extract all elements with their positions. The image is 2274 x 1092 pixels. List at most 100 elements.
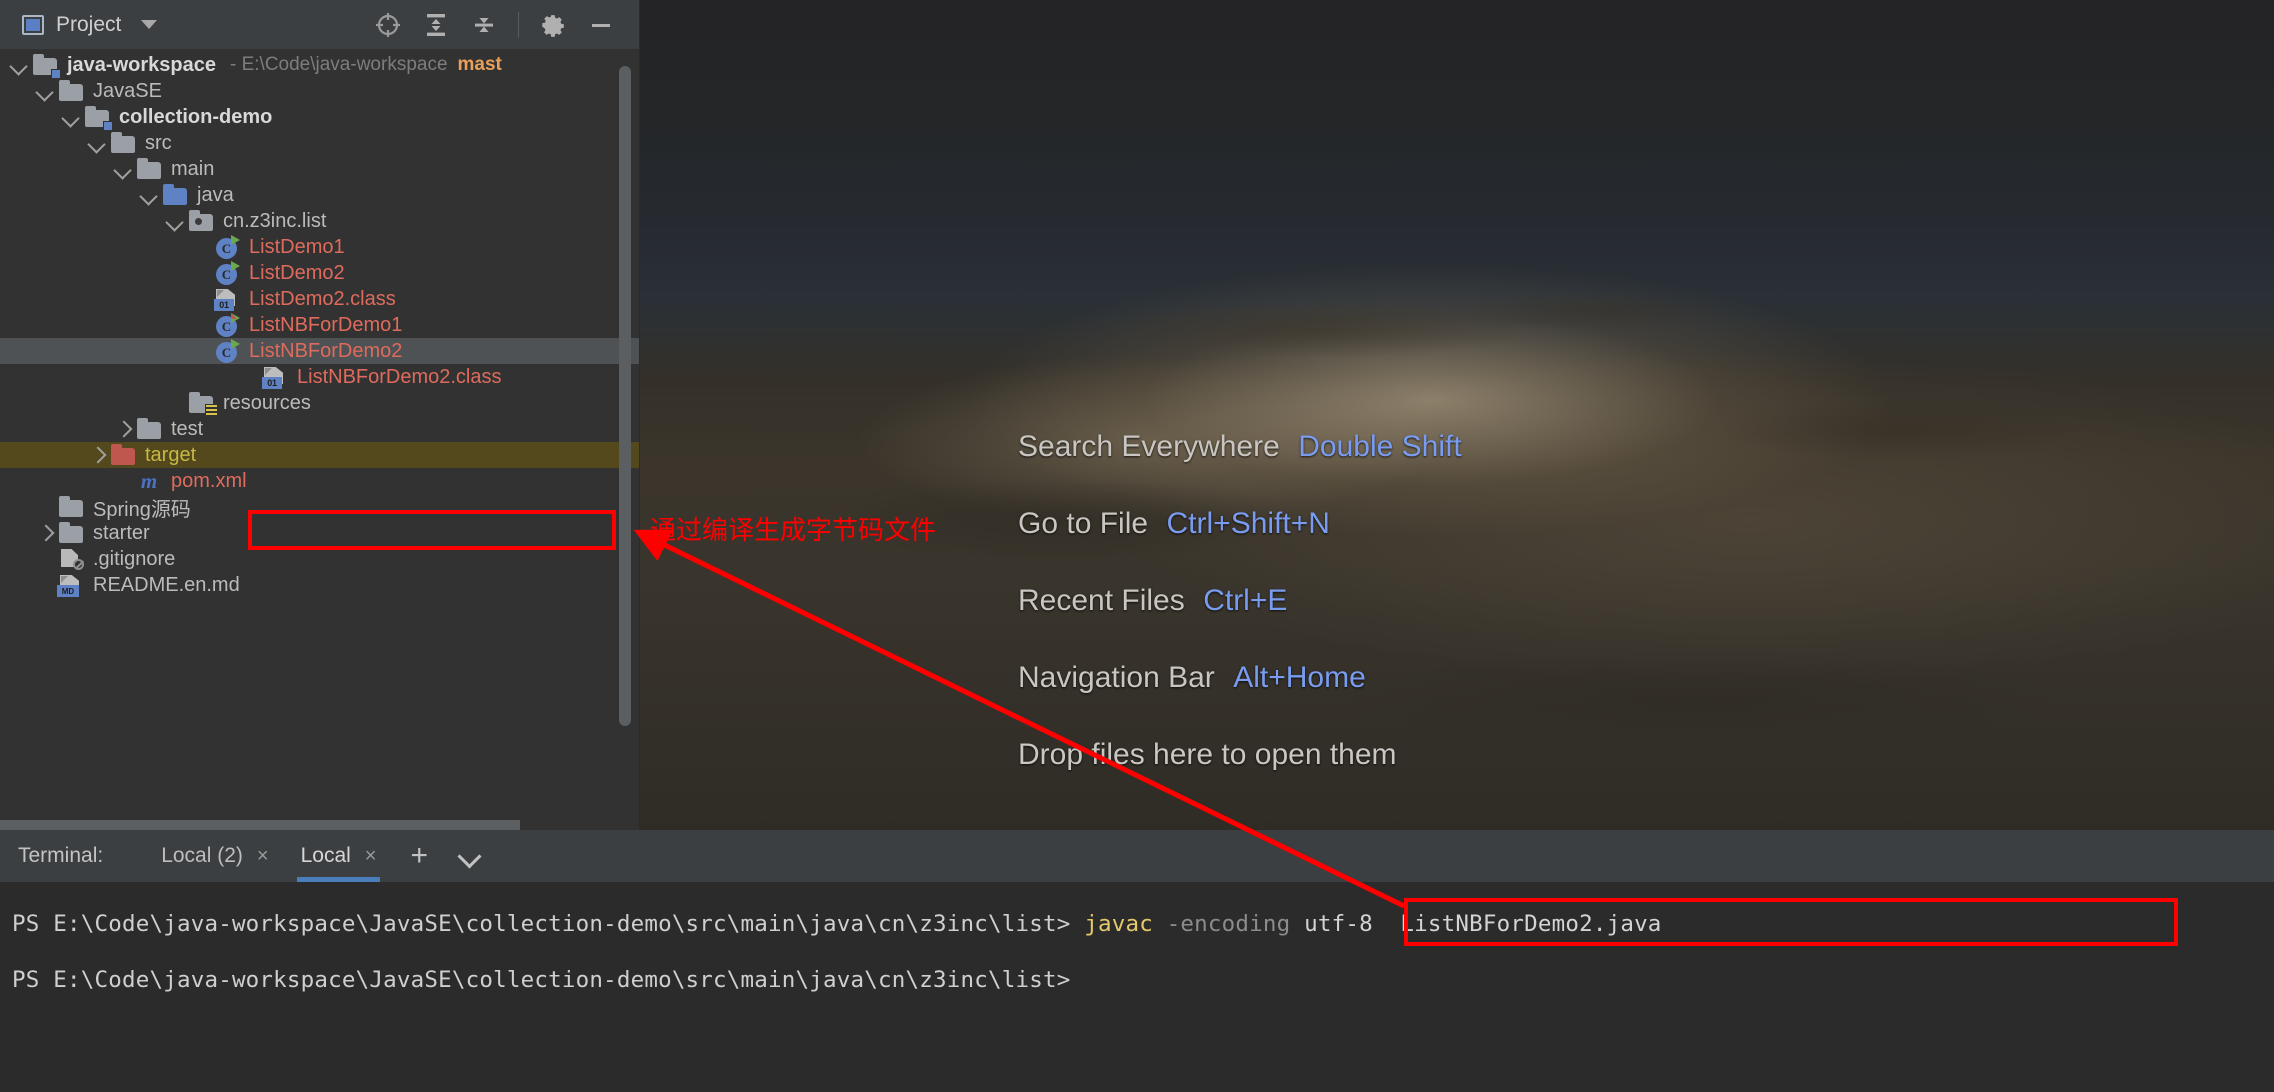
chevron-down-icon[interactable]: [141, 20, 157, 29]
module-folder-icon: [32, 54, 58, 76]
terminal-line-1: PS E:\Code\java-workspace\JavaSE\collect…: [12, 896, 2274, 952]
tree-row-listnbfordemo1[interactable]: C ListNBForDemo1: [0, 312, 639, 338]
collapse-arrow-icon[interactable]: [32, 520, 58, 546]
expand-arrow-icon[interactable]: [6, 52, 32, 78]
resources-folder-icon: [188, 392, 214, 414]
tree-row-resources[interactable]: resources: [0, 390, 639, 416]
tree-sublabel: - E:\Code\java-workspace: [230, 54, 448, 76]
tree-label: ListDemo2.class: [249, 288, 396, 311]
collapse-arrow-icon[interactable]: [84, 442, 110, 468]
git-branch-label: mast: [458, 54, 502, 76]
tree-label: src: [145, 132, 172, 155]
maven-icon: m: [136, 470, 162, 492]
expand-arrow-icon[interactable]: [162, 208, 188, 234]
tree-row-readme[interactable]: MD README.en.md: [0, 572, 639, 598]
bytecode-file-icon: 01: [262, 366, 288, 388]
tree-row-collection-demo[interactable]: collection-demo: [0, 104, 639, 130]
folder-icon: [136, 158, 162, 180]
editor-shortcut-hints: Search Everywhere Double Shift Go to Fil…: [1018, 430, 1462, 815]
project-vertical-scrollbar[interactable]: [619, 52, 631, 760]
close-icon[interactable]: ×: [365, 845, 377, 868]
tree-label: java-workspace: [67, 54, 216, 77]
terminal-tab-label: Local (2): [161, 844, 243, 868]
locate-icon[interactable]: [374, 11, 402, 39]
expand-all-icon[interactable]: [422, 11, 450, 39]
gitignore-file-icon: [58, 548, 84, 570]
tree-row-pom-xml[interactable]: m pom.xml: [0, 468, 639, 494]
scrollbar-thumb[interactable]: [619, 66, 631, 726]
folder-icon: [110, 132, 136, 154]
project-panel-header: Project: [0, 0, 639, 50]
java-class-runnable-icon: C: [214, 262, 240, 284]
hint-row-recent-files: Recent Files Ctrl+E: [1018, 584, 1462, 618]
annotation-chinese-note: 通过编译生成字节码文件: [650, 510, 936, 547]
tree-row-test[interactable]: test: [0, 416, 639, 442]
tree-label: resources: [223, 392, 311, 415]
tree-row-javase[interactable]: JavaSE: [0, 78, 639, 104]
close-icon[interactable]: ×: [257, 845, 269, 868]
tree-row-target[interactable]: target: [0, 442, 639, 468]
tree-row-package[interactable]: cn.z3inc.list: [0, 208, 639, 234]
folder-icon: [58, 80, 84, 102]
terminal-output[interactable]: PS E:\Code\java-workspace\JavaSE\collect…: [0, 882, 2274, 1008]
tree-label: ListNBForDemo2: [249, 340, 402, 363]
tree-row-listnbfordemo2-class[interactable]: 01 ListNBForDemo2.class: [0, 364, 639, 390]
markdown-file-icon: MD: [58, 574, 84, 596]
module-folder-icon: [84, 106, 110, 128]
tree-row-java-workspace[interactable]: java-workspace - E:\Code\java-workspace …: [0, 52, 639, 78]
tree-row-listdemo2-class[interactable]: 01 ListDemo2.class: [0, 286, 639, 312]
terminal-tab-local-2[interactable]: Local (2) ×: [145, 830, 284, 882]
tree-row-listnbfordemo2[interactable]: C ListNBForDemo2: [0, 338, 639, 364]
toolbar-separator: [518, 12, 519, 38]
hint-key: Ctrl+Shift+N: [1167, 507, 1330, 540]
tree-row-src[interactable]: src: [0, 130, 639, 156]
hint-row-drop-files: Drop files here to open them: [1018, 738, 1462, 772]
tree-label: Spring源码: [93, 493, 191, 522]
terminal-tab-label: Local: [301, 844, 351, 868]
project-tool-window: Project: [0, 0, 640, 830]
hint-row-search-everywhere: Search Everywhere Double Shift: [1018, 430, 1462, 464]
java-class-runnable-icon: C: [214, 314, 240, 336]
tree-row-main[interactable]: main: [0, 156, 639, 182]
expand-arrow-icon[interactable]: [84, 130, 110, 156]
collapse-all-icon[interactable]: [470, 11, 498, 39]
tree-row-spring-source[interactable]: Spring源码: [0, 494, 639, 520]
tree-row-java[interactable]: java: [0, 182, 639, 208]
hint-key: Alt+Home: [1233, 661, 1366, 694]
terminal-line-2: PS E:\Code\java-workspace\JavaSE\collect…: [12, 952, 2274, 1008]
terminal-title: Terminal:: [18, 844, 103, 868]
folder-icon: [58, 522, 84, 544]
terminal-tab-local[interactable]: Local ×: [285, 830, 393, 882]
project-title-group[interactable]: Project: [0, 13, 157, 37]
tree-row-gitignore[interactable]: .gitignore: [0, 546, 639, 572]
java-class-runnable-icon: C: [214, 340, 240, 362]
settings-gear-icon[interactable]: [539, 11, 567, 39]
package-icon: [188, 210, 214, 232]
tree-label: .gitignore: [93, 548, 175, 571]
project-icon: [22, 15, 44, 35]
project-tree: java-workspace - E:\Code\java-workspace …: [0, 50, 639, 598]
collapse-arrow-icon[interactable]: [110, 416, 136, 442]
project-panel-toolbar: [374, 0, 629, 50]
add-terminal-tab-button[interactable]: +: [392, 841, 446, 871]
terminal-tool-window: Terminal: Local (2) × Local × + PS E:\Co…: [0, 830, 2274, 1092]
tree-row-listdemo1[interactable]: C ListDemo1: [0, 234, 639, 260]
project-horizontal-scrollbar[interactable]: [0, 820, 520, 830]
expand-arrow-icon[interactable]: [58, 104, 84, 130]
hint-key: Ctrl+E: [1203, 584, 1287, 617]
folder-icon: [136, 418, 162, 440]
tree-row-listdemo2[interactable]: C ListDemo2: [0, 260, 639, 286]
tree-label: ListNBForDemo1: [249, 314, 402, 337]
expand-arrow-icon[interactable]: [136, 182, 162, 208]
bytecode-file-icon: 01: [214, 288, 240, 310]
terminal-flag: -encoding: [1167, 911, 1291, 937]
tree-label: starter: [93, 522, 150, 545]
expand-arrow-icon[interactable]: [110, 156, 136, 182]
hint-row-go-to-file: Go to File Ctrl+Shift+N: [1018, 507, 1462, 541]
terminal-prompt: PS E:\Code\java-workspace\JavaSE\collect…: [12, 911, 1070, 937]
expand-arrow-icon[interactable]: [32, 78, 58, 104]
chevron-down-icon[interactable]: [458, 844, 482, 868]
tree-row-starter[interactable]: starter: [0, 520, 639, 546]
hint-label: Recent Files: [1018, 584, 1185, 617]
minimize-icon[interactable]: [587, 11, 615, 39]
